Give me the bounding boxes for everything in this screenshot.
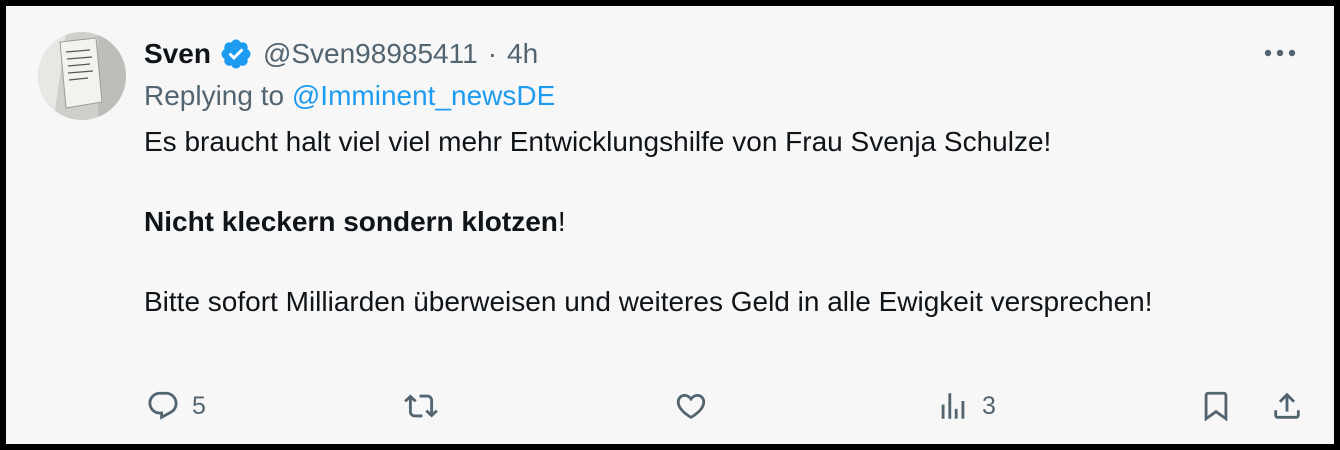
like-button[interactable]	[674, 386, 708, 426]
views-count: 3	[982, 391, 996, 420]
more-icon[interactable]	[1260, 42, 1300, 64]
share-button[interactable]	[1270, 386, 1304, 426]
replying-to-mention[interactable]: @Imminent_newsDE	[292, 80, 555, 111]
tweet-header: Sven @Sven98985411 · 4h	[144, 34, 538, 74]
replying-to-line: Replying to @Imminent_newsDE	[144, 80, 555, 112]
action-bar: 5 3	[6, 386, 1334, 426]
bookmark-button[interactable]	[1199, 386, 1233, 426]
views-button[interactable]: 3	[936, 386, 996, 426]
tweet-paragraph-3: Bitte sofort Milliarden überweisen und w…	[144, 286, 1153, 317]
tweet-paragraph-2: Nicht kleckern sondern klotzen!	[144, 202, 1274, 242]
verified-badge-icon[interactable]	[219, 37, 253, 71]
timestamp[interactable]: 4h	[507, 38, 538, 70]
reply-button[interactable]: 5	[146, 386, 206, 426]
author-name[interactable]: Sven	[144, 38, 211, 70]
tweet-text: Es braucht halt viel viel mehr Entwicklu…	[144, 122, 1274, 322]
tweet-paragraph-2-tail: !	[557, 206, 566, 237]
reply-icon	[148, 391, 178, 420]
author-handle[interactable]: @Sven98985411	[263, 38, 478, 70]
separator-dot: ·	[487, 38, 498, 69]
share-icon	[1274, 392, 1300, 419]
views-icon	[941, 393, 965, 419]
bookmark-icon	[1204, 391, 1228, 422]
like-icon	[676, 393, 706, 419]
retweet-button[interactable]	[404, 386, 438, 426]
avatar[interactable]	[38, 32, 126, 120]
tweet-card: Sven @Sven98985411 · 4h Replying to @Imm…	[6, 6, 1334, 444]
tweet-bold-text: Nicht kleckern sondern klotzen	[144, 206, 558, 237]
tweet-paragraph-1: Es braucht halt viel viel mehr Entwicklu…	[144, 126, 1052, 157]
reply-count: 5	[192, 391, 206, 420]
retweet-icon	[404, 394, 438, 418]
replying-prefix: Replying to	[144, 80, 285, 111]
